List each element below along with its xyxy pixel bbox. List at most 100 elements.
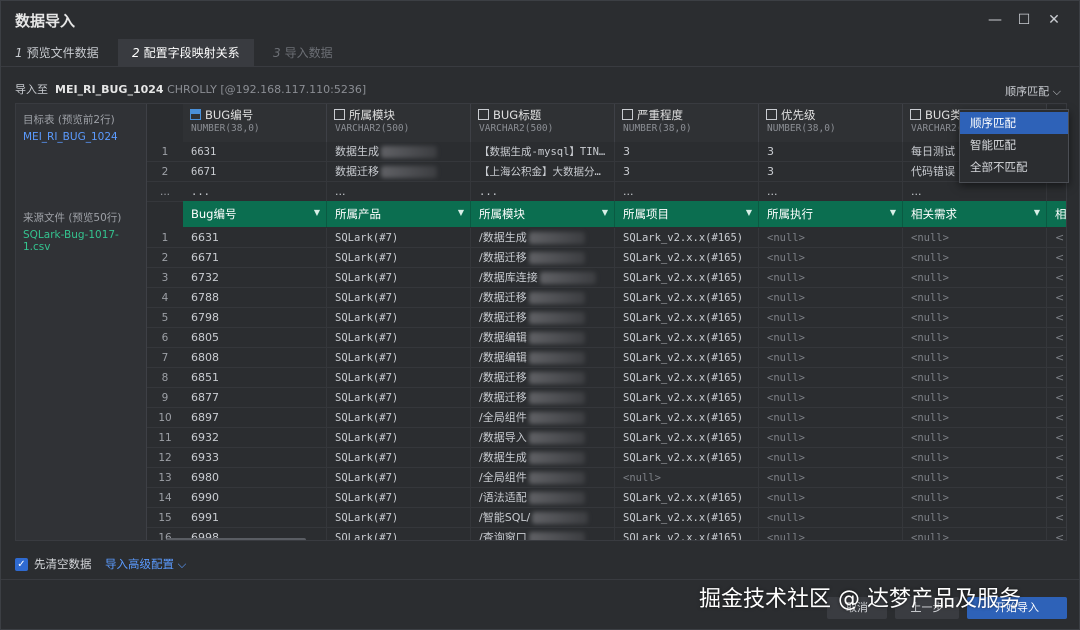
title-bar: 数据导入 — ☐ ✕ xyxy=(1,1,1079,39)
row-number: 8 xyxy=(161,372,169,384)
source-cell-text: 6933 xyxy=(191,451,219,464)
source-cell: <null> xyxy=(903,408,1047,428)
target-column-type: VARCHAR2(500) xyxy=(479,123,554,134)
source-cell: SQLark_v2.x.x(#165) xyxy=(615,408,759,428)
source-cell: 6991 xyxy=(183,508,327,528)
source-cell: <null> xyxy=(759,268,903,288)
source-cell-text: <null> xyxy=(911,472,949,484)
target-column-name: 优先级 xyxy=(781,108,816,122)
source-cell-text: 6671 xyxy=(191,251,219,264)
options-bar: ✓ 先清空数据 导入高级配置 ⌵ xyxy=(1,549,1079,579)
source-column-header[interactable]: 所属项目 ▼ xyxy=(615,201,759,227)
dropdown-arrow-icon: ▼ xyxy=(1033,208,1040,217)
source-cell: <null> xyxy=(903,248,1047,268)
source-cell: <null> xyxy=(903,388,1047,408)
source-cell-text: /数据库连接 xyxy=(479,271,538,284)
source-cell-text: <null> xyxy=(911,352,949,364)
source-column-header[interactable]: 所属产品 ▼ xyxy=(327,201,471,227)
source-cell: SQLark_v2.x.x(#165) xyxy=(615,368,759,388)
source-cell-text: <null> xyxy=(911,372,949,384)
tab-preview-file[interactable]: 1 预览文件数据 xyxy=(1,39,113,67)
source-cell: <null> xyxy=(759,228,903,248)
source-cell-text: <null> xyxy=(911,312,949,324)
target-panel-name[interactable]: MEI_RI_BUG_1024 xyxy=(23,131,118,143)
tab-field-mapping[interactable]: 2 配置字段映射关系 xyxy=(118,39,254,67)
target-cell-text: 每日测试 xyxy=(911,145,955,158)
source-cell: SQLark(#7) xyxy=(327,308,471,328)
close-icon[interactable]: ✕ xyxy=(1044,10,1064,30)
source-cell: < xyxy=(1047,488,1066,508)
source-cell-text: 6798 xyxy=(191,311,219,324)
source-cell: <null> xyxy=(759,448,903,468)
source-cell: < xyxy=(1047,268,1066,288)
target-cell-text: ... xyxy=(191,186,210,198)
source-column-header[interactable]: 相关需求 ▼ xyxy=(903,201,1047,227)
target-cell-text: ... xyxy=(767,185,778,198)
source-cell-text: <null> xyxy=(767,412,805,424)
target-cell: ... xyxy=(759,182,903,202)
source-column-header[interactable]: 所属模块 ▼ xyxy=(471,201,615,227)
blurred-text xyxy=(381,166,437,178)
source-cell: < xyxy=(1047,288,1066,308)
maximize-icon[interactable]: ☐ xyxy=(1014,10,1034,30)
source-column-name: 所属产品 xyxy=(335,207,381,221)
source-cell: < xyxy=(1047,308,1066,328)
option-sequential-match[interactable]: 顺序匹配 xyxy=(960,112,1068,134)
import-target-info: 导入至 MEI_RI_BUG_1024 CHROLLY [@192.168.11… xyxy=(15,81,366,97)
source-column-header[interactable]: Bug编号 ▼ xyxy=(183,201,327,227)
match-mode-dropdown: 顺序匹配 智能匹配 全部不匹配 xyxy=(959,109,1069,183)
source-cell: <null> xyxy=(903,528,1047,540)
blurred-text xyxy=(528,372,585,384)
source-cell-text: <null> xyxy=(767,452,805,464)
advanced-config-link[interactable]: 导入高级配置 ⌵ xyxy=(105,556,186,572)
target-column-type: NUMBER(38,0) xyxy=(767,123,836,134)
advanced-config-label: 导入高级配置 xyxy=(105,557,174,571)
source-cell-text: SQLark(#7) xyxy=(335,512,399,524)
source-cell-text: /全局组件 xyxy=(479,471,527,484)
target-cell: ... xyxy=(471,182,615,202)
source-cell: SQLark_v2.x.x(#165) xyxy=(615,308,759,328)
source-cell: <null> xyxy=(759,288,903,308)
source-cell-text: /智能SQL/ xyxy=(479,511,531,524)
source-cell: < xyxy=(1047,468,1066,488)
minimize-icon[interactable]: — xyxy=(985,10,1005,30)
option-no-match[interactable]: 全部不匹配 xyxy=(960,156,1068,178)
source-panel-name[interactable]: SQLark-Bug-1017-1.csv xyxy=(23,229,146,253)
source-cell: SQLark(#7) xyxy=(327,468,471,488)
source-column-header[interactable]: 相 xyxy=(1047,201,1066,227)
source-cell: < xyxy=(1047,508,1066,528)
option-smart-match[interactable]: 智能匹配 xyxy=(960,134,1068,156)
source-cell: 6877 xyxy=(183,388,327,408)
row-number: 11 xyxy=(158,432,172,444)
source-cell: < xyxy=(1047,428,1066,448)
source-cell-text: /数据迁移 xyxy=(479,371,527,384)
source-cell-text: SQLark_v2.x.x(#165) xyxy=(623,272,744,284)
source-cell-text: 6732 xyxy=(191,271,219,284)
source-cell: SQLark_v2.x.x(#165) xyxy=(615,228,759,248)
source-cell: <null> xyxy=(759,348,903,368)
source-cell: <null> xyxy=(759,488,903,508)
source-cell: < xyxy=(1047,408,1066,428)
source-cell: SQLark(#7) xyxy=(327,428,471,448)
source-cell: <null> xyxy=(759,328,903,348)
target-column-name: 所属模块 xyxy=(349,108,395,122)
target-cell-text: ... xyxy=(335,185,346,198)
target-column-type: NUMBER(38,0) xyxy=(623,123,692,134)
blurred-text xyxy=(381,146,437,158)
source-column-header[interactable]: 所属执行 ▼ xyxy=(759,201,903,227)
source-cell: < xyxy=(1047,388,1066,408)
source-cell: <null> xyxy=(903,508,1047,528)
horizontal-scrollbar[interactable] xyxy=(166,538,306,540)
match-mode-select[interactable]: 顺序匹配 ⌵ xyxy=(1005,83,1061,99)
source-cell: /数据库连接 xyxy=(471,268,615,288)
source-cell-text: 6788 xyxy=(191,291,219,304)
clear-data-checkbox[interactable]: ✓ xyxy=(15,558,28,571)
source-cell: /数据编辑 xyxy=(471,328,615,348)
source-cell: SQLark_v2.x.x(#165) xyxy=(615,328,759,348)
source-cell: SQLark_v2.x.x(#165) xyxy=(615,428,759,448)
source-column-name: Bug编号 xyxy=(191,207,237,221)
tab-import-data[interactable]: 3 导入数据 xyxy=(259,39,347,67)
panel-labels: 目标表 (预览前2行) MEI_RI_BUG_1024 来源文件 (预览50行)… xyxy=(16,104,147,540)
source-cell: 6671 xyxy=(183,248,327,268)
source-column-name: 所属模块 xyxy=(479,207,525,221)
